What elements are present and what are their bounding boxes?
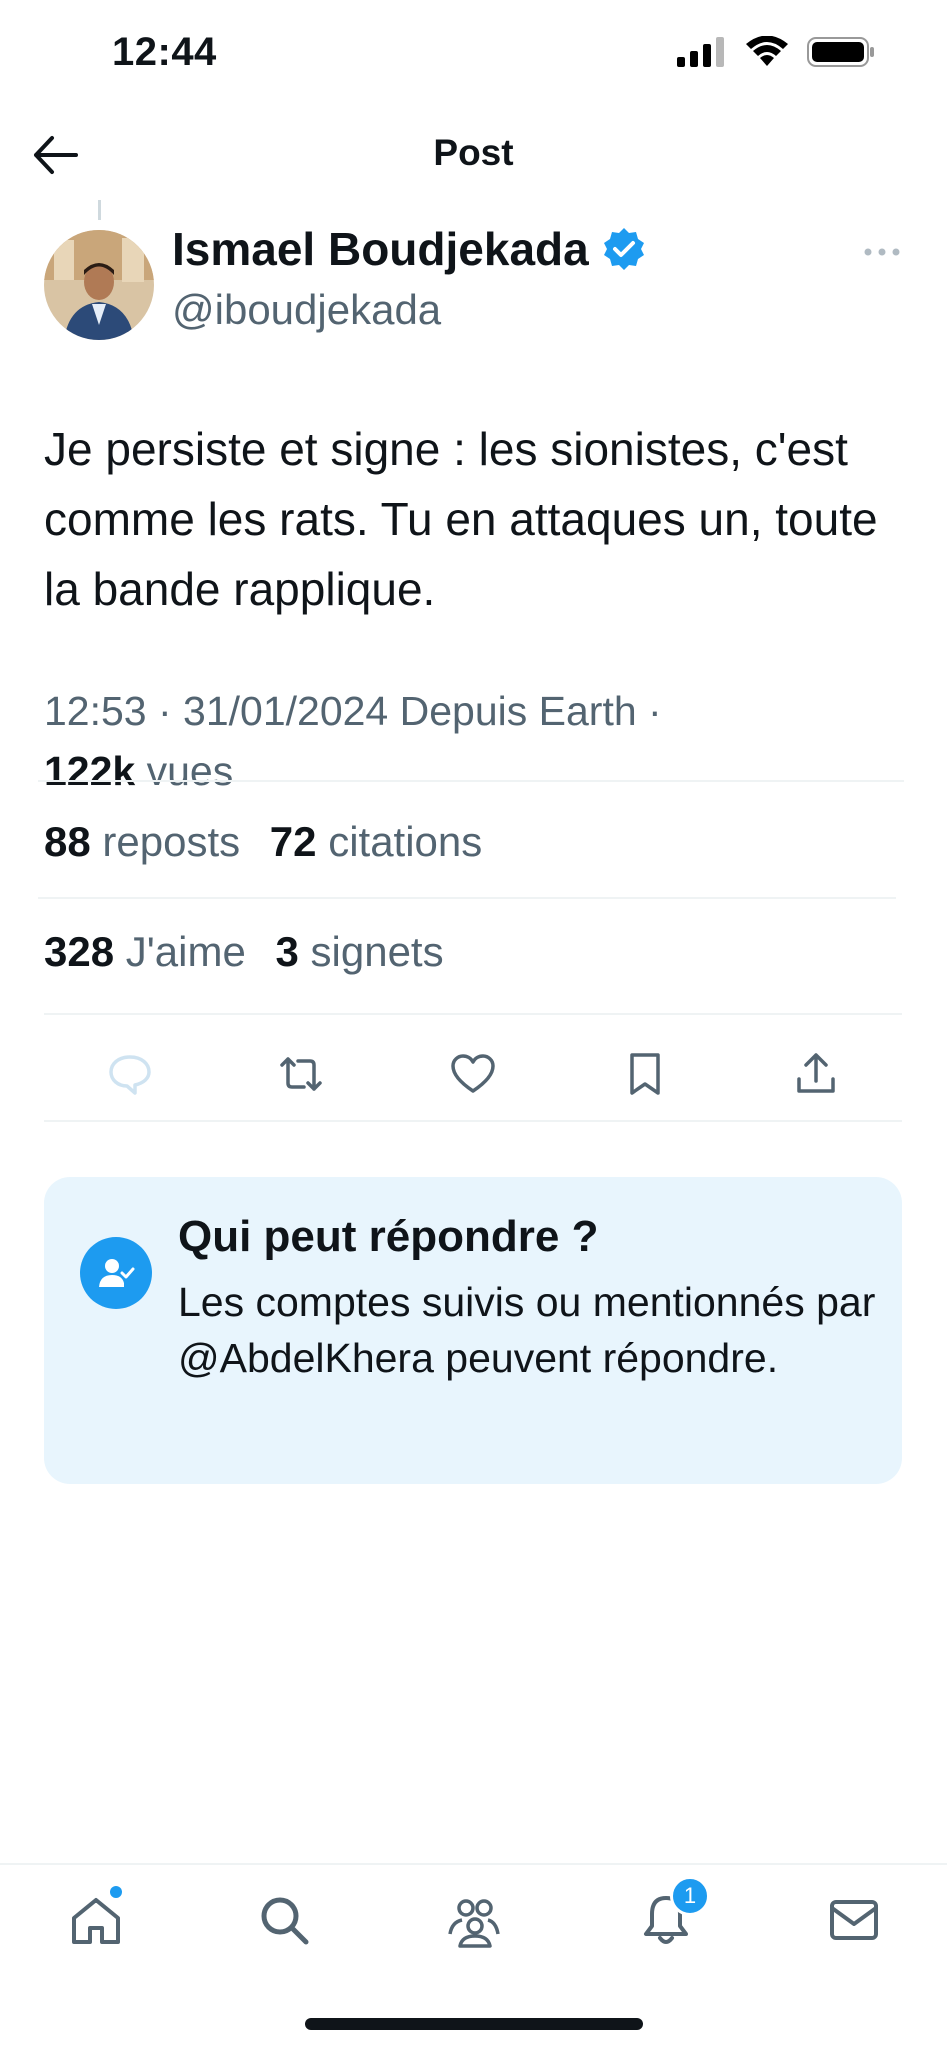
page-title: Post: [433, 132, 514, 173]
views-count: 122k: [44, 748, 136, 794]
divider: [44, 1013, 902, 1015]
messages-icon: [830, 1900, 878, 1940]
nav-search[interactable]: [254, 1890, 314, 1950]
reply-icon[interactable]: [105, 1049, 155, 1099]
reply-restriction-body: Les comptes suivis ou mentionnés par @Ab…: [178, 1279, 876, 1381]
like-icon[interactable]: [448, 1049, 498, 1099]
battery-icon: [807, 37, 874, 67]
nav-communities[interactable]: [444, 1890, 504, 1950]
views-label: vues: [146, 748, 234, 794]
bookmarks-stat[interactable]: 3 signets: [275, 928, 443, 975]
search-icon: [261, 1897, 309, 1945]
quotes-stat[interactable]: 72 citations: [270, 818, 482, 865]
quotes-count: 72: [269, 818, 317, 865]
bookmark-icon[interactable]: [620, 1049, 670, 1099]
bookmarks-label: signets: [310, 928, 444, 975]
notification-badge: 1: [670, 1876, 710, 1916]
bookmarks-count: 3: [275, 928, 299, 975]
user-check-icon: [99, 1259, 135, 1287]
likes-count: 328: [44, 928, 115, 975]
repost-icon[interactable]: [276, 1049, 326, 1099]
back-arrow-icon[interactable]: [28, 128, 82, 182]
action-bar: [44, 1040, 902, 1108]
tweet-text: Je persiste et signe : les sionistes, c'…: [44, 423, 878, 615]
author-handle[interactable]: @iboudjekada: [172, 286, 441, 334]
status-time: 12:44: [112, 30, 217, 74]
quotes-label: citations: [328, 818, 483, 865]
nav-notifications[interactable]: 1: [636, 1876, 710, 1950]
likes-label: J'aime: [125, 928, 246, 975]
divider: [38, 780, 904, 782]
communities-icon: [448, 1899, 500, 1948]
reposts-stat[interactable]: 88 reposts: [44, 818, 240, 865]
reposts-label: reposts: [102, 818, 241, 865]
bottom-nav-border: [0, 1863, 947, 1865]
home-icon: [72, 1898, 120, 1944]
divider: [38, 897, 896, 899]
likes-stat[interactable]: 328 J'aime: [44, 928, 246, 975]
nav-messages[interactable]: [824, 1890, 884, 1950]
wifi-icon: [746, 36, 788, 66]
tweet-meta: 12:53 · 31/01/2024 Depuis Earth ·: [44, 688, 662, 734]
home-unread-dot: [110, 1886, 122, 1898]
reply-restriction-icon: [80, 1237, 152, 1309]
more-options-icon[interactable]: [862, 232, 902, 272]
share-icon[interactable]: [791, 1049, 841, 1099]
verified-badge-icon: [603, 228, 644, 270]
stats-row-likes: 328 J'aime 3 signets: [44, 928, 462, 976]
signal-icon: [677, 37, 724, 67]
status-icons: [677, 36, 877, 68]
reply-restriction-title: Qui peut répondre ?: [178, 1212, 599, 1261]
author-display-name[interactable]: Ismael Boudjekada: [172, 222, 589, 276]
avatar[interactable]: [44, 230, 154, 340]
nav-home[interactable]: [66, 1886, 126, 1950]
divider: [44, 1120, 902, 1122]
home-indicator[interactable]: [305, 2018, 643, 2030]
stats-row-reposts: 88 reposts 72 citations: [44, 818, 500, 866]
thread-line: [98, 200, 101, 220]
tweet-views[interactable]: 122k vues: [44, 748, 233, 795]
reposts-count: 88: [44, 818, 91, 865]
author-name[interactable]: Ismael Boudjekada: [172, 222, 647, 276]
